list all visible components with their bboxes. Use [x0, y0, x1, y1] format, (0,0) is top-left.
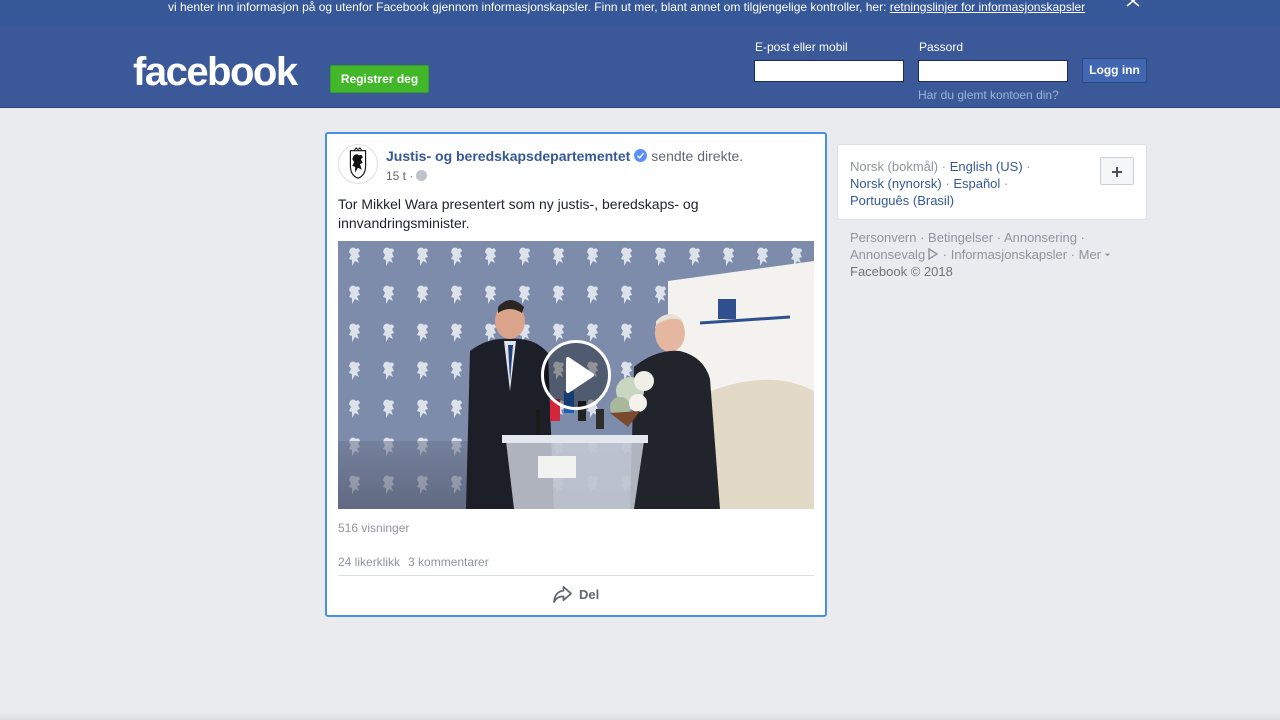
footer-link-ad-choices[interactable]: Annonsevalg	[850, 247, 925, 262]
email-field[interactable]	[754, 60, 904, 82]
facebook-logo[interactable]: facebook	[133, 52, 298, 92]
comments-count-link[interactable]: 3 kommentarer	[408, 555, 489, 569]
footer-link-terms[interactable]: Betingelser	[928, 230, 993, 245]
forgot-account-link[interactable]: Har du glemt kontoen din?	[918, 88, 1059, 102]
cookie-banner-message: vi henter inn informasjon på og utenfor …	[168, 0, 890, 14]
play-icon	[566, 357, 594, 393]
post-meta: 15 t ·	[386, 169, 428, 183]
footer-link-more[interactable]: Mer	[1079, 247, 1101, 262]
separator: ·	[941, 176, 954, 191]
share-icon	[553, 586, 572, 603]
cookie-banner: vi henter inn informasjon på og utenfor …	[0, 0, 1280, 26]
password-label: Passord	[919, 40, 964, 54]
separator: ·	[1000, 176, 1009, 191]
password-field[interactable]	[918, 60, 1068, 82]
share-label: Del	[579, 587, 600, 602]
email-label: E-post eller mobil	[755, 40, 848, 54]
post-text: Tor Mikkel Wara presentert som ny justis…	[338, 196, 699, 231]
language-link-nynorsk[interactable]: Norsk (nynorsk)	[850, 176, 942, 191]
language-link-portugues[interactable]: Português (Brasil)	[850, 193, 954, 208]
copyright: Facebook © 2018	[850, 264, 953, 279]
cookie-banner-text: vi henter inn informasjon på og utenfor …	[168, 0, 1085, 14]
cookie-policy-link[interactable]: retningslinjer for informasjonskapsler	[890, 0, 1085, 14]
post-header: Justis- og beredskapsdepartementet sendte…	[386, 148, 743, 164]
current-language: Norsk (bokmål)	[850, 159, 939, 174]
page-avatar[interactable]	[338, 144, 378, 184]
separator: ·	[938, 159, 950, 174]
footer-link-advertising[interactable]: Annonsering	[1004, 230, 1077, 245]
footer-link-privacy[interactable]: Personvern	[850, 230, 916, 245]
page-name-link[interactable]: Justis- og beredskapsdepartementet	[386, 148, 630, 164]
verified-badge-icon	[634, 149, 648, 162]
footer-link-cookies[interactable]: Informasjonskapsler	[951, 247, 1067, 262]
post-action-text: sendte direkte.	[651, 148, 744, 164]
language-list: Norsk (bokmål) · English (US) · Norsk (n…	[850, 158, 1090, 209]
share-button[interactable]: Del	[552, 585, 599, 607]
close-icon[interactable]	[1125, 0, 1141, 10]
separator: ·	[1022, 159, 1031, 174]
language-link-english[interactable]: English (US)	[950, 159, 1023, 174]
video-player[interactable]	[338, 241, 814, 509]
ad-choices-icon	[928, 247, 939, 261]
caret-down-icon	[1104, 253, 1111, 257]
lion-crest-icon	[349, 147, 367, 179]
view-count: 516 visninger	[338, 521, 410, 535]
plus-icon	[1112, 167, 1122, 177]
play-button[interactable]	[541, 340, 611, 410]
divider	[338, 575, 814, 576]
register-button[interactable]: Registrer deg	[330, 65, 429, 93]
globe-icon	[416, 170, 428, 181]
top-bar: facebook Registrer deg E-post eller mobi…	[0, 26, 1280, 108]
language-selector: Norsk (bokmål) · English (US) · Norsk (n…	[837, 144, 1147, 220]
likes-count-link[interactable]: 24 likerklikk	[338, 555, 400, 569]
language-link-espanol[interactable]: Español	[953, 176, 1000, 191]
add-language-button[interactable]	[1100, 157, 1134, 185]
post-stats: 24 likerklikk 3 kommentarer	[338, 555, 489, 569]
post-card: Justis- og beredskapsdepartementet sendte…	[325, 132, 827, 617]
page-bottom-edge	[0, 712, 1280, 720]
login-button[interactable]: Logg inn	[1082, 58, 1147, 83]
footer-links: Personvern · Betingelser · Annonsering ·…	[850, 229, 1140, 280]
post-timestamp[interactable]: 15 t ·	[386, 169, 413, 183]
